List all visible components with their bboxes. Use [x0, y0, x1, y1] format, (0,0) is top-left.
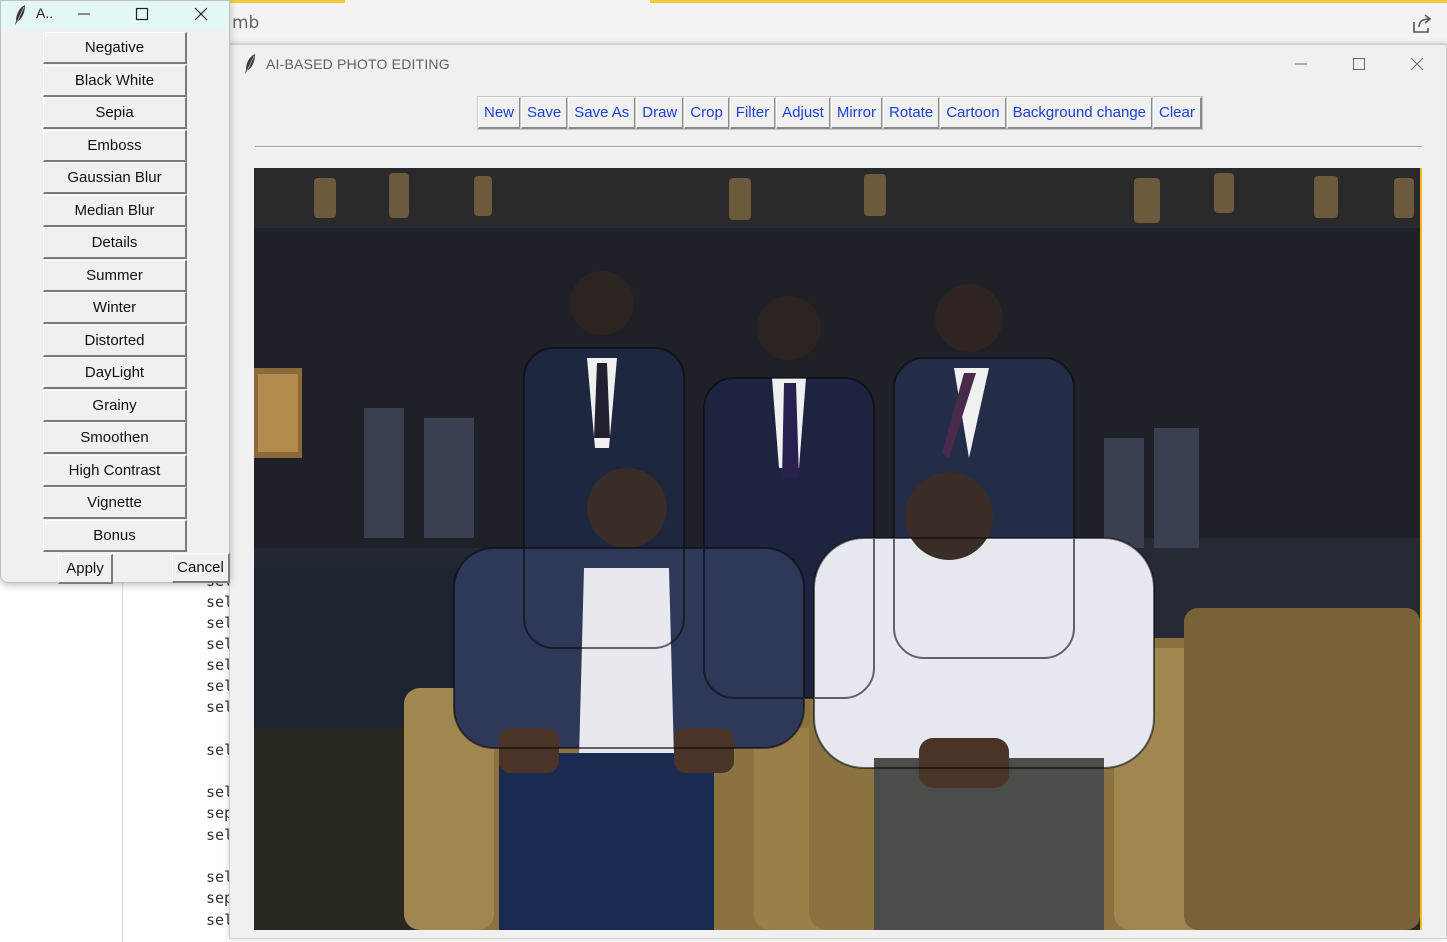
filter-details[interactable]: Details [43, 227, 187, 259]
crop-button[interactable]: Crop [683, 96, 731, 130]
dialog-maximize-button[interactable] [122, 1, 162, 27]
rotate-button[interactable]: Rotate [881, 96, 942, 130]
filter-smoothen[interactable]: Smoothen [43, 422, 187, 454]
toolbar-separator [255, 146, 1422, 148]
filter-daylight[interactable]: DayLight [43, 357, 187, 389]
cartoon-photo-icon [254, 168, 1420, 930]
new-button[interactable]: New [476, 96, 523, 130]
code-gutter [122, 580, 123, 942]
close-icon [1410, 57, 1424, 71]
minimize-button[interactable] [1272, 45, 1330, 83]
apply-button[interactable]: Apply [58, 554, 113, 584]
filter-button[interactable]: Filter [728, 96, 778, 130]
toolbar: New Save Save As Draw Crop Filter Adjust… [476, 96, 1203, 130]
filter-median-blur[interactable]: Median Blur [43, 194, 187, 227]
background-change-button[interactable]: Background change [1005, 96, 1155, 130]
background-tab-label[interactable]: mb [232, 13, 259, 33]
share-icon[interactable] [1410, 12, 1434, 36]
filter-negative[interactable]: Negative [43, 32, 187, 64]
tab-accent-right [650, 0, 1447, 3]
maximize-icon [1353, 58, 1365, 70]
filter-grainy[interactable]: Grainy [43, 389, 187, 422]
photo-canvas[interactable] [254, 168, 1422, 930]
maximize-button[interactable] [1330, 45, 1388, 83]
filter-black-white[interactable]: Black White [43, 64, 187, 97]
filter-vignette[interactable]: Vignette [43, 487, 187, 519]
photo-editor-window: AI-BASED PHOTO EDITING New Save Save As … [229, 44, 1447, 939]
minimize-icon [78, 13, 90, 15]
filter-high-contrast[interactable]: High Contrast [43, 454, 187, 487]
main-titlebar[interactable]: AI-BASED PHOTO EDITING [230, 45, 1446, 83]
filter-gaussian-blur[interactable]: Gaussian Blur [43, 162, 187, 194]
dialog-close-button[interactable] [181, 1, 221, 27]
filter-emboss[interactable]: Emboss [43, 129, 187, 162]
draw-button[interactable]: Draw [635, 96, 686, 130]
minimize-icon [1295, 63, 1307, 65]
feather-icon [245, 54, 255, 74]
filter-sepia[interactable]: Sepia [43, 97, 187, 129]
save-as-button[interactable]: Save As [567, 96, 638, 130]
filter-list: Negative Black White Sepia Emboss Gaussi… [43, 32, 187, 552]
close-icon [194, 7, 208, 21]
clear-button[interactable]: Clear [1152, 96, 1203, 130]
filter-bonus[interactable]: Bonus [43, 519, 187, 552]
close-button[interactable] [1388, 45, 1446, 83]
tab-accent-left [230, 0, 345, 3]
filter-distorted[interactable]: Distorted [43, 324, 187, 357]
mirror-button[interactable]: Mirror [829, 96, 885, 130]
dialog-minimize-button[interactable] [64, 1, 104, 27]
filter-dialog: A.. Negative Black White Sepia Emboss Ga… [0, 0, 230, 584]
dialog-title: A.. [36, 5, 54, 21]
cancel-button[interactable]: Cancel [172, 553, 230, 583]
save-button[interactable]: Save [520, 96, 570, 130]
window-title: AI-BASED PHOTO EDITING [266, 56, 450, 72]
adjust-button[interactable]: Adjust [775, 96, 832, 130]
filter-summer[interactable]: Summer [43, 259, 187, 292]
maximize-icon [135, 7, 149, 21]
feather-icon [15, 5, 25, 25]
dialog-titlebar[interactable]: A.. [1, 1, 229, 29]
filter-winter[interactable]: Winter [43, 292, 187, 324]
cartoon-button[interactable]: Cartoon [939, 96, 1008, 130]
